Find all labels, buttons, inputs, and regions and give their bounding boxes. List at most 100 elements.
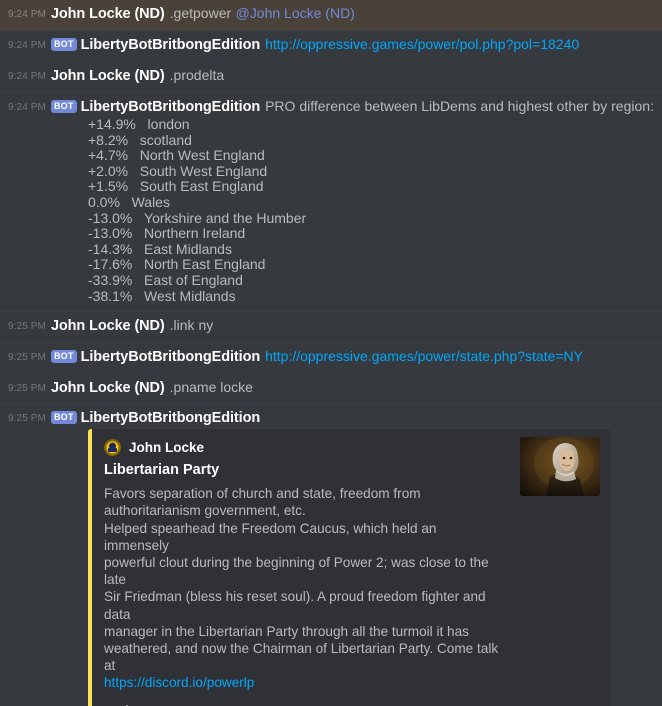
prodelta-row: +2.0% South West England [88, 162, 654, 180]
message-timestamp: 9:24 PM [8, 71, 46, 82]
message-row[interactable]: 9:25 PM BOT LibertyBotBritbongEdition http:… [0, 342, 662, 373]
bot-badge: BOT [50, 350, 77, 364]
prodelta-percent: -13.0% [88, 209, 133, 226]
message-line: 9:25 PM BOT LibertyBotBritbongEdition [8, 410, 654, 427]
message-line: 9:24 PM BOT LibertyBotBritbongEdition http:… [8, 36, 654, 54]
prodelta-region: Wales [131, 193, 170, 210]
message-timestamp: 9:24 PM [8, 40, 46, 51]
embed-fields: Nation USA Power 72.0 [104, 702, 600, 706]
chat-message-list[interactable]: 9:24 PM John Locke (ND) .getpower @John Lo… [0, 0, 662, 706]
message-content: PRO difference between LibDems and highe… [265, 98, 654, 114]
message-timestamp: 9:25 PM [8, 413, 46, 425]
message-timestamp: 9:25 PM [8, 383, 46, 395]
prodelta-region: South East England [139, 178, 264, 195]
embed-field-name: Nation [104, 702, 304, 706]
prodelta-row: +1.5% South East England [88, 179, 654, 195]
message-row[interactable]: 9:25 PM BOT LibertyBotBritbongEdition John… [0, 404, 662, 706]
message-link[interactable]: http://oppressive.games/power/state.php?… [265, 348, 583, 364]
embed-description-line: https://discord.io/powerlp [104, 674, 500, 691]
prodelta-percent: +2.0% [88, 162, 129, 179]
message-row[interactable]: 9:25 PM John Locke (ND) .link ny [0, 311, 662, 342]
message-row[interactable]: 9:24 PM John Locke (ND) .getpower @John Lo… [0, 0, 662, 30]
prodelta-row: -38.1% West Midlands [88, 287, 654, 305]
prodelta-percent: +8.2% [88, 131, 129, 148]
embed-field-name: Power [304, 702, 344, 706]
message-row[interactable]: 9:24 PM BOT LibertyBotBritbongEdition PRO d… [0, 92, 662, 311]
embed-field-power: Power 72.0 [304, 702, 344, 706]
embed-description-line: powerful clout during the beginning of P… [104, 554, 489, 588]
prodelta-row: -14.3% East Midlands [88, 240, 654, 258]
prodelta-percent: -33.9% [88, 271, 133, 288]
john-locke-portrait-icon [520, 437, 600, 497]
embed-field-nation: Nation USA [104, 702, 304, 706]
message-timestamp: 9:25 PM [8, 352, 46, 364]
embed-description-line: Favors separation of church and state, f… [104, 486, 421, 502]
message-row[interactable]: 9:25 PM John Locke (ND) .pname locke [0, 373, 662, 404]
prodelta-row: +4.7% North West England [88, 148, 654, 164]
prodelta-region: london [147, 116, 190, 132]
message-author[interactable]: LibertyBotBritbongEdition [81, 349, 261, 365]
message-author[interactable]: LibertyBotBritbongEdition [81, 99, 261, 115]
prodelta-row: +8.2% scotland [88, 131, 654, 149]
prodelta-percent: -38.1% [88, 287, 133, 304]
message-line: 9:24 PM John Locke (ND) .prodelta [8, 67, 654, 85]
embed-description-line: Helped spearhead the Freedom Caucus, whi… [104, 520, 437, 553]
message-line: 9:25 PM John Locke (ND) .pname locke [8, 379, 654, 397]
embed-title: Libertarian Party [104, 462, 220, 479]
message-author[interactable]: John Locke (ND) [51, 68, 165, 84]
embed-author-name: John Locke [129, 439, 205, 455]
prodelta-list: +14.9% london +8.2% scotland +4.7% North W… [8, 116, 654, 305]
prodelta-percent: -17.6% [88, 256, 133, 273]
message-author[interactable]: LibertyBotBritbongEdition [81, 37, 261, 53]
prodelta-region: South West England [139, 162, 268, 179]
prodelta-row: -13.0% Yorkshire and the Humber [88, 209, 654, 227]
prodelta-region: North East England [144, 256, 266, 273]
message-line: 9:25 PM John Locke (ND) .link ny [8, 317, 654, 335]
message-line: 9:24 PM John Locke (ND) .getpower @John Lo… [8, 5, 654, 23]
bot-badge: BOT [50, 411, 77, 425]
prodelta-percent: -13.0% [88, 225, 133, 242]
message-timestamp: 9:24 PM [8, 9, 46, 20]
message-timestamp: 9:25 PM [8, 321, 46, 333]
prodelta-region: West Midlands [144, 287, 236, 304]
embed-author[interactable]: John Locke [104, 437, 500, 457]
bot-badge: BOT [50, 38, 77, 51]
message-row[interactable]: 9:24 PM John Locke (ND) .prodelta [0, 61, 662, 92]
prodelta-region: scotland [139, 131, 192, 148]
message-row[interactable]: 9:24 PM BOT LibertyBotBritbongEdition http:… [0, 30, 662, 61]
prodelta-row: +14.9% london [88, 116, 654, 133]
prodelta-row: -13.0% Northern Ireland [88, 226, 654, 242]
prodelta-percent: -14.3% [88, 240, 133, 257]
embed-thumbnail[interactable] [520, 437, 600, 497]
prodelta-region: North West England [139, 147, 265, 164]
message-author[interactable]: John Locke (ND) [51, 318, 165, 334]
message-author[interactable]: LibertyBotBritbongEdition [81, 410, 261, 426]
embed-description-link[interactable]: https://discord.io/powerlp [104, 675, 254, 690]
embed-content: John Locke Libertarian Party Favors sepa… [104, 437, 600, 691]
message-content: .pname locke [169, 379, 253, 396]
message-content: .prodelta [169, 67, 225, 83]
rich-embed[interactable]: John Locke Libertarian Party Favors sepa… [88, 429, 610, 706]
prodelta-percent: +1.5% [88, 178, 129, 195]
embed-description-line: manager in the Libertarian Party through… [104, 623, 469, 639]
prodelta-row: -17.6% North East England [88, 257, 654, 273]
message-content: .link ny [169, 317, 214, 334]
prodelta-region: Yorkshire and the Humber [144, 209, 307, 226]
message-link[interactable]: http://oppressive.games/power/pol.php?po… [265, 36, 579, 52]
prodelta-row: 0.0% Wales [88, 193, 654, 211]
embed-description: Favors separation of church and state, f… [104, 485, 500, 691]
prodelta-region: East Midlands [144, 240, 232, 257]
message-author[interactable]: John Locke (ND) [51, 6, 165, 22]
prodelta-region: East of England [144, 271, 243, 288]
user-mention[interactable]: @John Locke (ND) [236, 5, 355, 21]
message-content: .getpower [169, 5, 232, 21]
message-author[interactable]: John Locke (ND) [51, 380, 165, 396]
prodelta-percent: +14.9% [88, 116, 136, 132]
bot-badge: BOT [50, 100, 77, 113]
message-line: 9:24 PM BOT LibertyBotBritbongEdition PRO d… [8, 98, 654, 116]
prodelta-percent: +4.7% [88, 147, 129, 164]
message-line: 9:25 PM BOT LibertyBotBritbongEdition http:… [8, 348, 654, 366]
embed-description-line: weathered, and now the Chairman of Liber… [104, 640, 499, 674]
embed-description-line: Sir Friedman (bless his reset soul). A p… [104, 589, 486, 622]
prodelta-region: Northern Ireland [144, 225, 246, 242]
